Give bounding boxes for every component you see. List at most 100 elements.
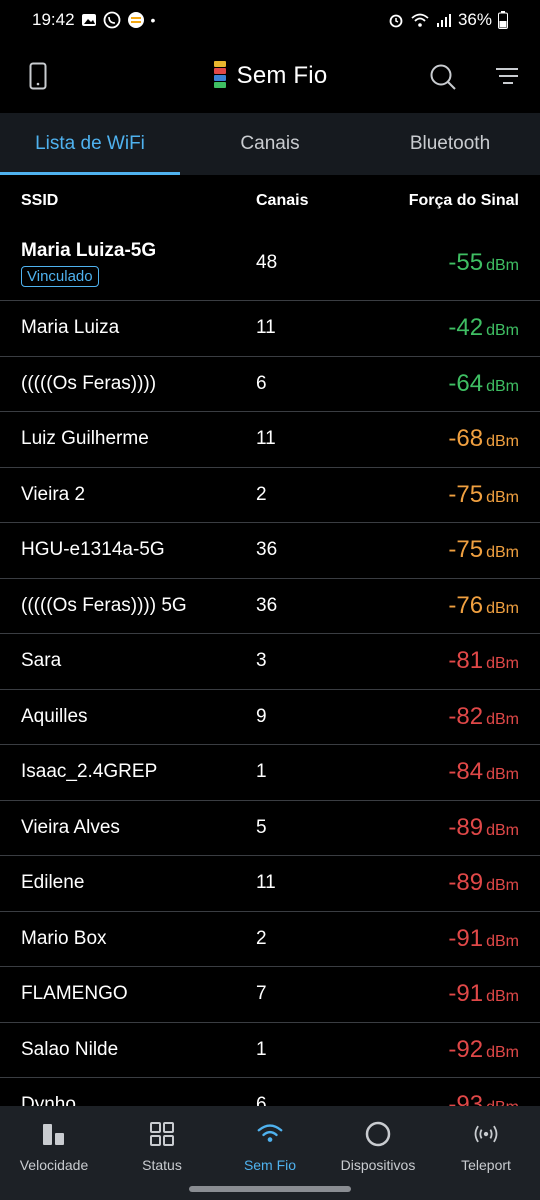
signal-unit: dBm xyxy=(486,322,519,340)
network-ssid: Vieira Alves xyxy=(21,816,120,838)
signal-unit: dBm xyxy=(486,488,519,506)
signal-value: -92 xyxy=(448,1035,484,1063)
gallery-icon xyxy=(81,14,96,26)
table-row[interactable]: (((((Os Feras)))) 6 -64 dBm xyxy=(0,357,540,412)
signal-strength: -82 dBm xyxy=(448,703,519,731)
network-channel: 48 xyxy=(256,252,278,273)
table-row[interactable]: (((((Os Feras)))) 5G 36 -76 dBm xyxy=(0,579,540,634)
network-ssid: Maria Luiza xyxy=(21,317,120,339)
nav-label: Dispositivos xyxy=(340,1157,416,1173)
table-header: SSID Canais Força do Sinal xyxy=(0,176,540,226)
signal-strength: -91 dBm xyxy=(448,925,519,953)
network-ssid: Dynho xyxy=(21,1094,76,1106)
table-row[interactable]: Dynho 6 -93dBm xyxy=(0,1078,540,1106)
table-row[interactable]: FLAMENGO 7 -91 dBm xyxy=(0,967,540,1023)
network-ssid: FLAMENGO xyxy=(21,983,128,1005)
network-ssid: Mario Box xyxy=(21,927,107,949)
table-row[interactable]: Vieira Alves 5 -89 dBm xyxy=(0,801,540,856)
nav-label: Teleport xyxy=(461,1157,511,1173)
header-channel[interactable]: Canais xyxy=(256,192,308,210)
network-channel: 6 xyxy=(256,372,267,394)
tab-channels[interactable]: Canais xyxy=(180,113,360,175)
table-row[interactable]: Salao Nilde 1 -92 dBm xyxy=(0,1023,540,1078)
nav-teleport[interactable]: Teleport xyxy=(432,1106,540,1200)
whatsapp-icon xyxy=(103,11,120,29)
signal-unit: dBm xyxy=(486,877,519,895)
header-signal[interactable]: Força do Sinal xyxy=(409,192,519,210)
network-ssid: HGU-e1314a-5G xyxy=(21,539,165,561)
network-ssid: Salao Nilde xyxy=(21,1038,119,1060)
signal-unit: dBm xyxy=(486,1099,519,1106)
teleport-icon xyxy=(472,1120,500,1148)
signal-strength: -89 dBm xyxy=(448,869,519,897)
signal-unit: dBm xyxy=(486,257,519,274)
signal-unit: dBm xyxy=(486,599,519,617)
signal-value: -82 xyxy=(448,702,484,730)
table-row[interactable]: Sara 3 -81 dBm xyxy=(0,634,540,690)
network-channel: 5 xyxy=(256,816,267,838)
nav-label: Status xyxy=(142,1157,182,1173)
network-ssid: (((((Os Feras)))) xyxy=(21,372,157,394)
table-row[interactable]: HGU-e1314a-5G 36 -75 dBm xyxy=(0,523,540,579)
wifi-status-icon xyxy=(411,13,429,27)
network-ssid: (((((Os Feras)))) 5G xyxy=(21,594,187,616)
nav-speed[interactable]: Velocidade xyxy=(0,1106,108,1200)
app-logo-icon xyxy=(213,61,226,88)
table-row[interactable]: Mario Box 2 -91 dBm xyxy=(0,912,540,967)
signal-unit: dBm xyxy=(486,932,519,950)
signal-value: -75 xyxy=(448,536,484,564)
signal-unit: dBm xyxy=(486,377,519,395)
search-icon[interactable] xyxy=(428,62,458,92)
nav-label: Velocidade xyxy=(19,1157,89,1173)
signal-strength: -93dBm xyxy=(448,1091,519,1106)
network-channel: 36 xyxy=(256,594,278,616)
table-row[interactable]: Vieira 2 2 -75 dBm xyxy=(0,468,540,523)
table-row[interactable]: Edilene 11 -89 dBm xyxy=(0,856,540,912)
network-channel: 11 xyxy=(256,872,276,894)
signal-value: -89 xyxy=(448,869,484,897)
signal-unit: dBm xyxy=(486,655,519,673)
signal-icon xyxy=(436,14,451,27)
app-notification-icon xyxy=(127,12,144,28)
network-channel: 1 xyxy=(256,761,267,783)
tab-bar: Lista de WiFi Canais Bluetooth xyxy=(0,113,540,175)
table-row[interactable]: Isaac_2.4GREP 1 -84 dBm xyxy=(0,745,540,801)
network-channel: 2 xyxy=(256,483,267,505)
table-row[interactable]: Aquilles 9 -82 dBm xyxy=(0,690,540,745)
signal-strength: -42 dBm xyxy=(448,314,519,342)
signal-strength: -84 dBm xyxy=(448,758,519,786)
network-channel: 7 xyxy=(256,983,267,1005)
signal-strength: -55 dBm xyxy=(448,249,519,277)
network-channel: 11 xyxy=(256,317,276,339)
network-channel: 9 xyxy=(256,705,267,727)
app-bar: Sem Fio xyxy=(0,40,540,112)
network-ssid: Edilene xyxy=(21,872,85,894)
network-channel: 2 xyxy=(256,927,267,949)
signal-strength: -81 dBm xyxy=(448,647,519,675)
network-ssid: Vieira 2 xyxy=(21,483,86,505)
alarm-icon xyxy=(389,14,403,28)
table-row[interactable]: Maria Luiza-5G Vinculado 48 -55 dBm xyxy=(0,226,540,301)
network-ssid: Aquilles xyxy=(21,705,88,727)
table-row[interactable]: Luiz Guilherme 11 -68 dBm xyxy=(0,412,540,468)
signal-unit: dBm xyxy=(486,988,519,1006)
home-indicator[interactable] xyxy=(189,1186,351,1192)
status-bar: 19:42 • 36% xyxy=(0,0,540,40)
signal-strength: -68 dBm xyxy=(448,425,519,453)
tab-wifi-list[interactable]: Lista de WiFi xyxy=(0,113,180,175)
device-phone-icon[interactable] xyxy=(24,58,52,94)
signal-unit: dBm xyxy=(486,1043,519,1061)
network-channel: 11 xyxy=(256,428,276,450)
network-channel: 1 xyxy=(256,1038,267,1060)
signal-strength: -89 dBm xyxy=(448,814,519,842)
table-row[interactable]: Maria Luiza 11 -42 dBm xyxy=(0,301,540,357)
wifi-icon xyxy=(256,1120,284,1148)
tab-bluetooth[interactable]: Bluetooth xyxy=(360,113,540,175)
sort-menu-icon[interactable] xyxy=(492,62,522,92)
circle-icon xyxy=(364,1120,392,1148)
battery-level: 36% xyxy=(457,10,492,29)
network-channel: 36 xyxy=(256,539,278,561)
signal-unit: dBm xyxy=(486,433,519,451)
header-ssid[interactable]: SSID xyxy=(21,192,58,210)
app-title: Sem Fio xyxy=(236,62,328,89)
